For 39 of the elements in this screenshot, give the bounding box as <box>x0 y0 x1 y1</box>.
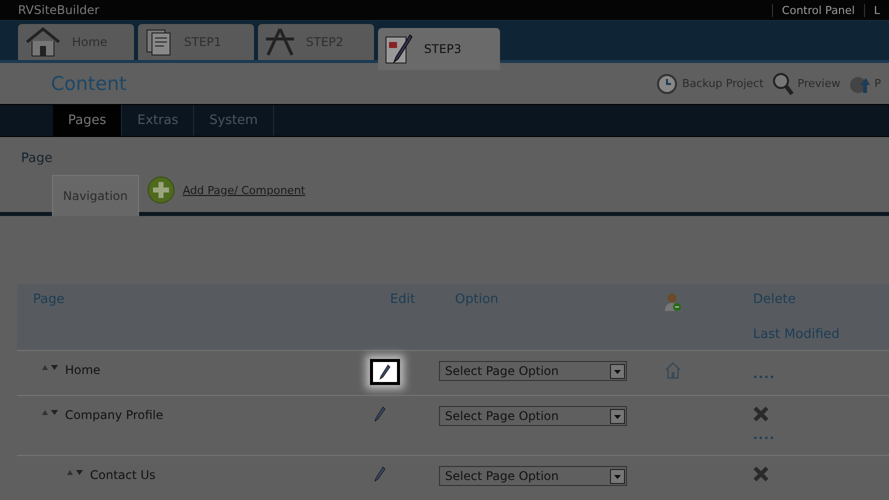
page-name: Home <box>65 363 100 377</box>
menu-tab[interactable]: System <box>194 104 274 136</box>
page-option-select[interactable]: Select Page Option <box>439 406 627 426</box>
app-title: RVSiteBuilder <box>18 3 100 18</box>
menu-tab[interactable]: Pages <box>53 104 122 136</box>
dropdown-caret-icon <box>610 364 625 378</box>
user-minus-icon <box>664 292 682 312</box>
plus-circle-icon <box>146 176 175 204</box>
page-option-select[interactable]: Select Page Option <box>439 466 627 486</box>
move-arrows-icon <box>66 468 84 476</box>
page-name: Contact Us <box>90 468 156 482</box>
menu-tab[interactable]: Extras <box>122 104 194 136</box>
pencil-icon <box>374 466 386 482</box>
search-icon <box>772 72 794 96</box>
header-link[interactable]: Control Panel <box>772 4 864 17</box>
step-tab[interactable]: STEP3 <box>378 28 500 70</box>
dropdown-caret-icon <box>610 468 625 484</box>
move-arrows-icon <box>41 363 59 371</box>
column-heading: Delete <box>753 292 797 307</box>
column-heading: Edit <box>390 292 416 307</box>
column-heading: Page <box>33 292 66 307</box>
document-pencil-icon <box>384 33 414 66</box>
page-name: Company Profile <box>65 408 164 422</box>
navigation-tab[interactable]: Navigation <box>52 175 139 216</box>
page-label: Page <box>20 150 54 166</box>
pencil-icon <box>374 406 386 422</box>
house-icon <box>24 27 62 58</box>
column-heading: Last Modified <box>753 327 841 342</box>
section-title: Content <box>51 72 128 95</box>
dropdown-caret-icon <box>610 408 625 424</box>
column-heading: Option <box>455 292 500 307</box>
move-arrows-icon <box>41 408 59 416</box>
last-modified-text: .... <box>753 367 776 381</box>
edit-button[interactable] <box>370 359 400 385</box>
add-page-link[interactable]: Add Page/ Component <box>146 176 306 204</box>
last-modified-text: .... <box>753 428 776 442</box>
pencil-icon <box>379 364 391 380</box>
header-link[interactable]: L <box>864 4 889 17</box>
page-option-select[interactable]: Select Page Option <box>439 361 627 381</box>
